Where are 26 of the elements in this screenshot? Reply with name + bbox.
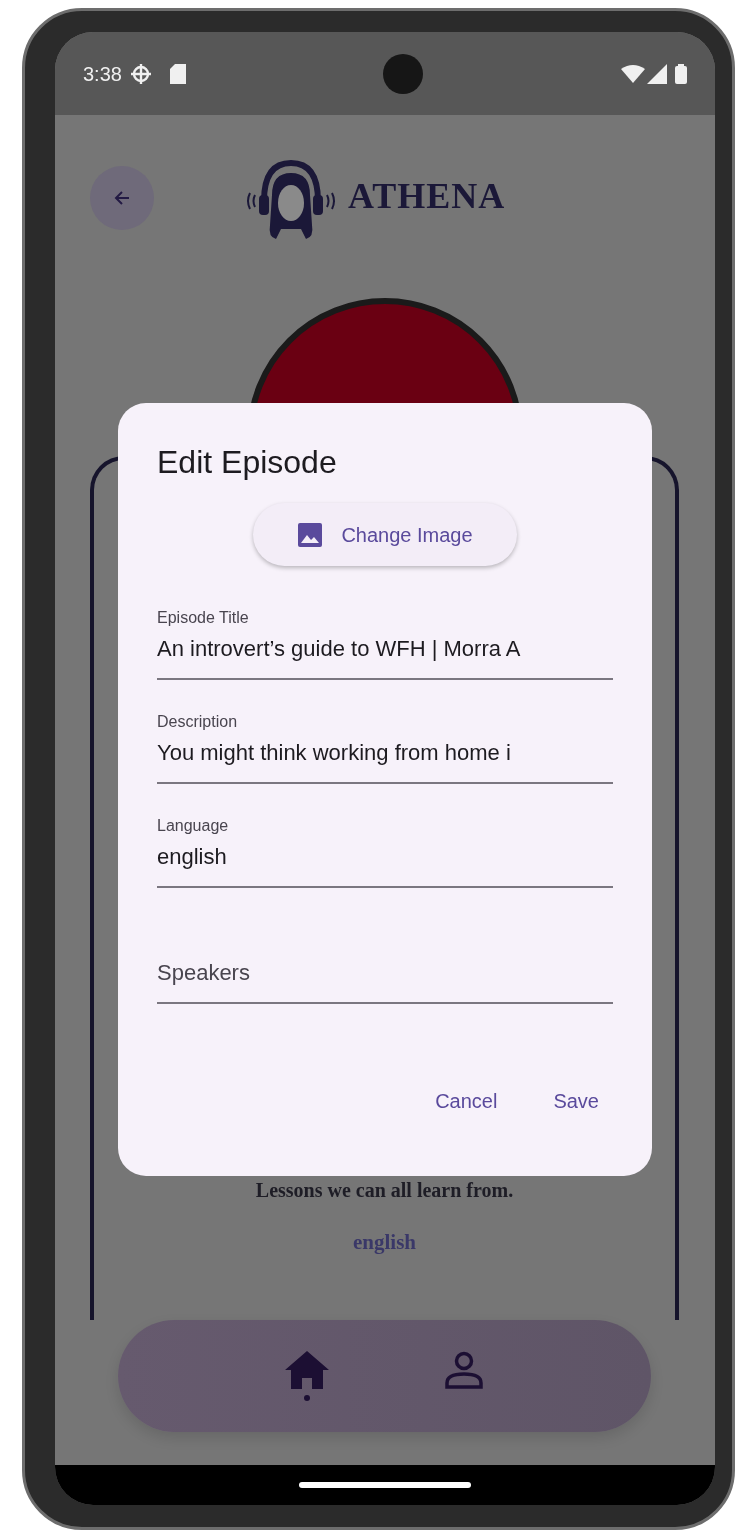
input-field[interactable]: Speakers	[157, 922, 613, 1005]
app-title: ATHENA	[348, 174, 506, 218]
field-label: Language	[157, 818, 230, 835]
person-icon	[444, 1350, 484, 1390]
gps-icon	[129, 62, 152, 85]
image-icon	[297, 521, 324, 548]
battery-icon	[675, 63, 687, 84]
episode-language: english	[353, 1228, 416, 1256]
status-time: 3:38	[83, 61, 122, 87]
change-image-button[interactable]: Change Image	[253, 503, 517, 567]
input-field[interactable]: english	[157, 834, 613, 889]
nav-home-tab[interactable]	[285, 1351, 329, 1401]
camera-hole	[383, 53, 424, 94]
input-field[interactable]: You might think working from home i	[157, 730, 613, 785]
signal-icon	[647, 63, 667, 84]
field-label: Description	[157, 714, 239, 731]
sd-card-icon	[169, 63, 186, 84]
dialog-title: Edit Episode	[157, 443, 338, 482]
home-icon	[285, 1351, 329, 1389]
selected-indicator-dot	[304, 1395, 310, 1401]
episode-description: Lessons we can all learn from.	[255, 1177, 514, 1203]
wifi-icon	[621, 64, 645, 83]
save-button[interactable]: Save	[539, 1082, 613, 1120]
cancel-button[interactable]: Cancel	[421, 1082, 512, 1120]
input-field[interactable]: An introvert’s guide to WFH | Morra A	[157, 626, 613, 681]
field-label: Episode Title	[157, 610, 250, 627]
